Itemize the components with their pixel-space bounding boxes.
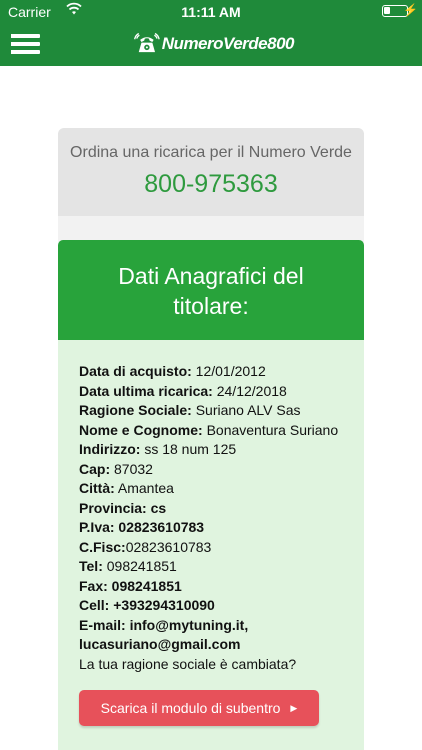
detail-row-email-continued: lucasuriano@gmail.com [79,636,241,652]
detail-row-company-name: Ragione Sociale: Suriano ALV Sas [79,402,301,418]
telephone-icon [134,32,160,53]
hamburger-menu-icon[interactable] [11,32,40,56]
app-logo: NumeroVerde800 [134,28,295,60]
download-takeover-form-button[interactable]: Scarica il modulo di subentro ▶ [79,690,319,726]
detail-row-vat: P.Iva: 02823610783 [79,519,205,535]
detail-row-purchase-date: Data di acquisto: 12/01/2012 [79,363,266,379]
clock: 11:11 AM [181,4,241,20]
detail-row-tax-code: C.Fisc:02823610783 [79,538,212,555]
triangle-right-icon: ▶ [290,702,298,713]
download-button-label: Scarica il modulo di subentro [100,700,281,716]
card-separator [58,216,364,242]
phone-number[interactable]: 800-975363 [58,170,364,199]
detail-row-email: E-mail: info@mytuning.it, [79,616,249,633]
details-card-title: Dati Anagrafici del titolare: [118,263,304,319]
detail-row-address: Indirizzo: ss 18 num 125 [79,441,237,457]
company-changed-question: La tua ragione sociale è cambiata? [79,655,297,672]
detail-row-mobile: Cell: +393294310090 [79,597,215,613]
details-card-header: Dati Anagrafici del titolare: [58,240,364,340]
detail-row-cap: Cap: 87032 [79,460,153,477]
detail-row-city: Città: Amantea [79,480,174,496]
detail-row-last-recharge: Data ultima ricarica: 24/12/2018 [79,382,287,399]
details-list: Data di acquisto: 12/01/2012 Data ultima… [79,362,338,674]
detail-row-province: Provincia: cs [79,499,167,516]
status-bar: Carrier 11:11 AM ⚡ [0,0,422,22]
detail-row-tel: Tel: 098241851 [79,558,177,574]
detail-row-full-name: Nome e Cognome: Bonaventura Suriano [79,421,339,438]
order-card-title: Ordina una ricarica per il Numero Verde [70,144,352,161]
order-card: Ordina una ricarica per il Numero Verde … [58,128,364,216]
details-card-body: Data di acquisto: 12/01/2012 Data ultima… [58,340,364,750]
charging-icon: ⚡ [403,3,418,17]
top-bar: Carrier 11:11 AM ⚡ NumeroVerde800 [0,0,422,66]
detail-row-fax: Fax: 098241851 [79,577,182,594]
nav-bar: NumeroVerde800 [0,22,422,66]
logo-text: NumeroVerde800 [161,34,295,53]
